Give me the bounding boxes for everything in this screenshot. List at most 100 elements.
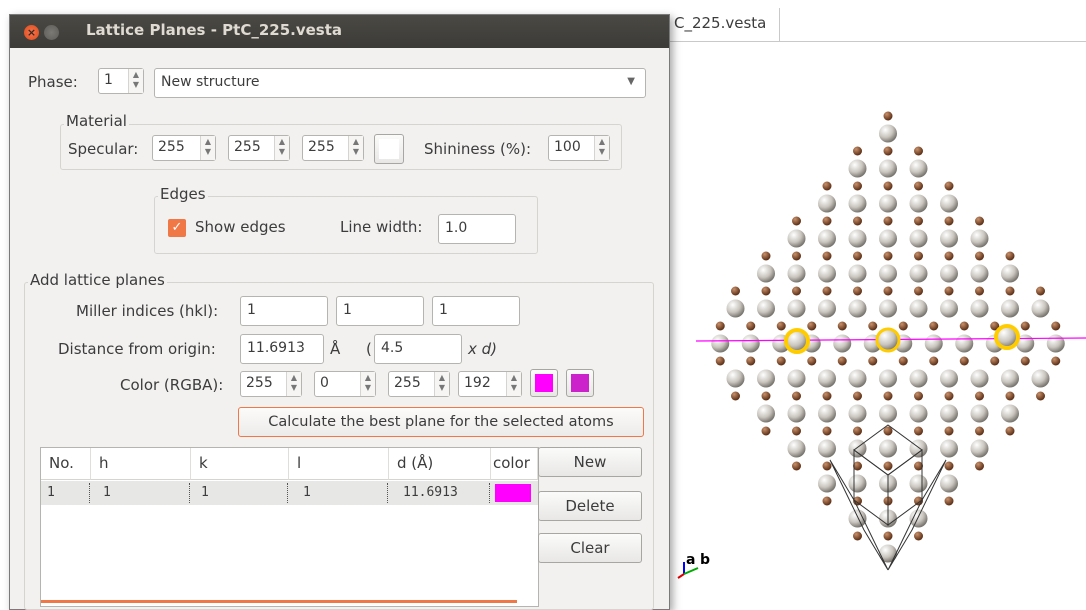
c-atom xyxy=(914,531,923,541)
col-header-color[interactable]: color xyxy=(491,448,538,480)
c-atom xyxy=(914,391,923,401)
svg-text:b: b xyxy=(700,552,710,568)
c-atom xyxy=(746,356,756,366)
miller-l-input[interactable]: 1 xyxy=(432,296,520,326)
spinner-arrows-icon[interactable]: ▲ ▼ xyxy=(360,372,375,396)
spinner-arrows-icon[interactable]: ▲ ▼ xyxy=(286,372,301,396)
specular-color-swatch xyxy=(379,139,399,159)
spinner-arrows-icon[interactable]: ▲ ▼ xyxy=(274,136,289,160)
spinner-arrows-icon[interactable]: ▲ ▼ xyxy=(128,69,143,93)
minimize-button[interactable] xyxy=(44,25,59,40)
structure-select-value: New structure xyxy=(161,74,260,90)
horizontal-scrollbar[interactable] xyxy=(41,600,517,603)
phase-label: Phase: xyxy=(28,73,78,91)
multiple-input[interactable]: 4.5 xyxy=(374,334,462,364)
dialog-titlebar[interactable]: × Lattice Planes - PtC_225.vesta xyxy=(10,15,669,48)
table-row[interactable]: 1 1 1 1 11.6913 xyxy=(41,481,538,505)
c-atom xyxy=(975,391,984,401)
pt-atom xyxy=(757,404,775,423)
distance-input[interactable]: 11.6913 xyxy=(240,334,324,364)
c-atom xyxy=(959,356,969,366)
c-atom xyxy=(792,461,801,471)
structure-tab[interactable]: C_225.vesta xyxy=(668,8,780,42)
color-r-value: 255 xyxy=(246,375,273,391)
spinner-arrows-icon[interactable]: ▲ ▼ xyxy=(594,136,609,160)
col-header-k[interactable]: k xyxy=(191,448,289,480)
line-width-value: 1.0 xyxy=(445,220,468,236)
pt-atom xyxy=(818,439,836,458)
pt-atom xyxy=(848,509,867,528)
pt-atom xyxy=(1001,369,1019,388)
c-atom xyxy=(792,426,801,436)
c-atom xyxy=(975,426,984,436)
calculate-best-plane-button[interactable]: Calculate the best plane for the selecte… xyxy=(238,407,644,437)
col-header-d[interactable]: d (Å) xyxy=(389,448,491,480)
color-a-spinner[interactable]: 192 ▲ ▼ xyxy=(458,371,522,397)
c-atom xyxy=(929,321,939,331)
c-atom xyxy=(837,356,847,366)
color-b-spinner[interactable]: 255 ▲ ▼ xyxy=(388,371,450,397)
miller-k-input[interactable]: 1 xyxy=(336,296,424,326)
structure-select[interactable]: New structure ▼ xyxy=(154,68,646,98)
c-atom xyxy=(944,391,954,401)
color-r-spinner[interactable]: 255 ▲ ▼ xyxy=(240,371,302,397)
c-atom xyxy=(914,216,923,226)
specular-g-value: 255 xyxy=(234,139,261,155)
pt-atom xyxy=(909,194,928,213)
pt-atom xyxy=(924,334,943,353)
distance-value: 11.6913 xyxy=(247,340,305,356)
c-atom xyxy=(853,531,862,541)
planes-table[interactable]: No. h k l d (Å) color 1 1 1 1 11.6913 xyxy=(40,447,539,607)
lattice-planes-dialog: × Lattice Planes - PtC_225.vesta Phase: … xyxy=(9,14,670,610)
close-button[interactable]: × xyxy=(24,25,39,40)
c-atom xyxy=(761,426,771,436)
phase-spinner[interactable]: 1 ▲ ▼ xyxy=(98,68,144,94)
spinner-arrows-icon[interactable]: ▲ ▼ xyxy=(348,136,363,160)
spinner-arrows-icon[interactable]: ▲ ▼ xyxy=(200,136,215,160)
show-edges-checkbox[interactable]: ✓ xyxy=(168,219,186,237)
color-b-value: 255 xyxy=(394,375,421,391)
c-atom xyxy=(883,146,893,156)
c-atom xyxy=(853,181,862,191)
shininess-spinner[interactable]: 100 ▲ ▼ xyxy=(548,135,610,161)
spinner-arrows-icon[interactable]: ▲ ▼ xyxy=(506,372,521,396)
color-alpha-button[interactable] xyxy=(566,369,594,397)
col-header-l[interactable]: l xyxy=(289,448,389,480)
c-atom xyxy=(1020,321,1030,331)
clear-button[interactable]: Clear xyxy=(538,533,642,563)
specular-r-spinner[interactable]: 255 ▲ ▼ xyxy=(152,135,216,161)
pt-atom xyxy=(848,369,867,388)
delete-button[interactable]: Delete xyxy=(538,491,642,521)
c-atom xyxy=(883,391,893,401)
col-header-no[interactable]: No. xyxy=(41,448,91,480)
pt-atom xyxy=(909,159,928,178)
c-atom xyxy=(883,286,893,296)
pt-atom xyxy=(818,229,836,248)
structure-viewport[interactable]: a b xyxy=(672,90,1086,610)
c-atom xyxy=(853,216,862,226)
pt-atom xyxy=(757,299,775,318)
distance-unit: Å xyxy=(330,340,341,358)
specular-color-button[interactable] xyxy=(374,134,404,164)
miller-h-input[interactable]: 1 xyxy=(240,296,328,326)
c-atom xyxy=(853,286,862,296)
specular-g-spinner[interactable]: 255 ▲ ▼ xyxy=(228,135,290,161)
pt-atom xyxy=(970,404,989,423)
pt-atom xyxy=(879,159,897,178)
new-button[interactable]: New xyxy=(538,447,642,477)
tab-divider xyxy=(668,41,1086,42)
pt-atom xyxy=(787,439,806,458)
col-header-h[interactable]: h xyxy=(91,448,191,480)
color-g-spinner[interactable]: 0 ▲ ▼ xyxy=(314,371,376,397)
miller-label: Miller indices (hkl): xyxy=(76,302,219,320)
row-h: 1 xyxy=(103,485,111,500)
color-preview-button[interactable] xyxy=(530,369,558,397)
row-k: 1 xyxy=(201,485,209,500)
line-width-input[interactable]: 1.0 xyxy=(438,214,516,244)
c-atom xyxy=(975,251,984,261)
spinner-arrows-icon[interactable]: ▲ ▼ xyxy=(434,372,449,396)
specular-b-spinner[interactable]: 255 ▲ ▼ xyxy=(302,135,364,161)
c-atom xyxy=(975,286,984,296)
c-atom xyxy=(1036,286,1045,296)
c-atom xyxy=(898,356,908,366)
